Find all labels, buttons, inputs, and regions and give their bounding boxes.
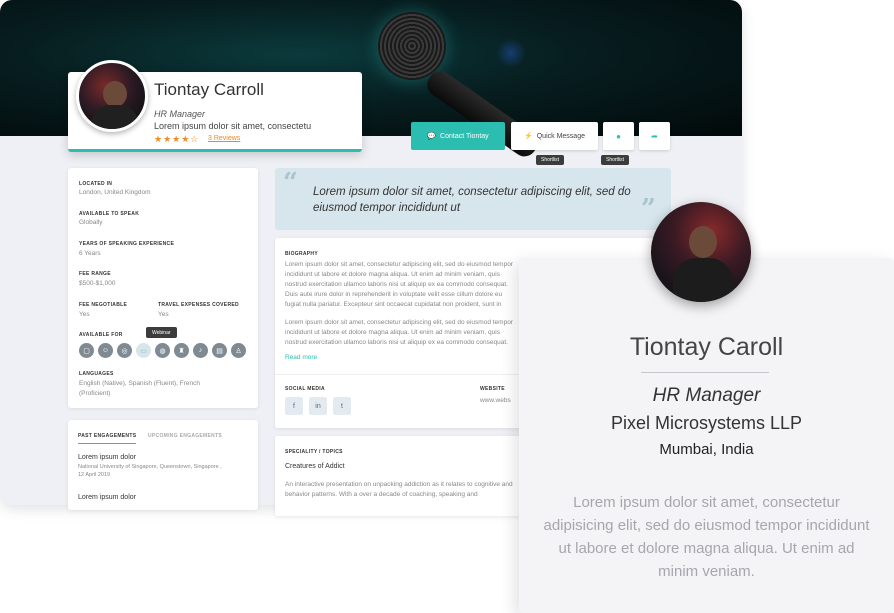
speciality-description: An interactive presentation on unpacking… — [285, 481, 513, 498]
dot-icon: ● — [616, 131, 621, 141]
travel-value: Yes — [158, 311, 169, 318]
speaker-name: Tiontay Caroll — [629, 333, 784, 361]
speaker-avatar — [651, 202, 751, 302]
profile-name: Tiontay Carroll — [154, 80, 264, 99]
speciality-label: SPECIALITY / TOPICS — [285, 449, 343, 455]
chat-icon: 💬 — [427, 133, 437, 140]
seminar-format-icon[interactable]: ▤ — [212, 343, 227, 358]
available-to-speak-value: Globally — [79, 219, 103, 226]
contact-button-label: Contact Tiontay — [440, 132, 489, 140]
languages-label: LANGUAGES — [79, 371, 114, 377]
contact-button[interactable]: 💬 Contact Tiontay — [411, 122, 505, 150]
engagement-title[interactable]: Lorem ipsum dolor — [78, 454, 136, 461]
speaker-avatar-body — [673, 258, 733, 302]
engagement-location: National University of Singapore, Queens… — [78, 464, 222, 470]
biography-paragraph-2: Lorem ipsum dolor sit amet, consectetur … — [285, 319, 513, 346]
avatar-head — [103, 81, 127, 107]
webinar-tooltip: Webinar — [146, 327, 177, 338]
linkedin-icon[interactable]: in — [309, 397, 327, 415]
fee-range-value: $500-$1,000 — [79, 280, 116, 287]
avatar — [76, 60, 148, 132]
stage: Tiontay Carroll HR Manager Lorem ipsum d… — [0, 0, 894, 613]
website-label: WEBSITE — [480, 386, 505, 392]
biography-label: BIOGRAPHY — [285, 251, 318, 257]
engagement-title-2[interactable]: Lorem ipsum dolor — [78, 494, 136, 501]
speaker-description: Lorem ipsum dolor sit amet, consectetur … — [543, 494, 870, 580]
tab-past-engagements[interactable]: PAST ENGAGEMENTS — [78, 433, 137, 444]
speaker-company: Pixel Microsystems LLP — [610, 413, 803, 433]
bolt-icon: ⚡ — [524, 133, 533, 140]
shortlist-tooltip: Shortlist — [536, 155, 565, 165]
biography-paragraph-1: Lorem ipsum dolor sit amet, consectetur … — [285, 261, 513, 308]
speaker-role: HR Manager — [652, 385, 761, 406]
share-icon: ➦ — [651, 131, 658, 141]
quote-text: Lorem ipsum dolor sit amet, consectetur … — [313, 186, 631, 214]
share-button[interactable]: ➦ — [639, 122, 670, 150]
monitor-format-icon[interactable]: ▭ — [136, 343, 151, 358]
fee-range-label: FEE RANGE — [79, 271, 111, 277]
experience-value: 6 Years — [79, 250, 101, 257]
open-quote-icon: “ — [283, 168, 298, 198]
fee-negotiable-label: FEE NEGOTIABLE — [79, 302, 128, 308]
languages-value-line2: (Proficient) — [79, 390, 111, 397]
read-more-link[interactable]: Read more — [285, 354, 317, 361]
available-for-label: AVAILABLE FOR — [79, 332, 123, 338]
experience-label: YEARS OF SPEAKING EXPERIENCE — [79, 241, 175, 247]
workshop-format-icon[interactable]: ♜ — [174, 343, 189, 358]
reviews-link[interactable]: 3 Reviews — [208, 135, 240, 142]
avatar-body — [91, 105, 139, 129]
languages-value-line1: English (Native), Spanish (Fluent), Fren… — [79, 380, 201, 387]
webinar-globe-icon[interactable]: ◍ — [155, 343, 170, 358]
speaker-location: Mumbai, India — [659, 441, 754, 458]
engagement-date: 12 April 2019 — [78, 472, 111, 478]
speciality-title: Creatures of Addict — [285, 463, 345, 470]
microphone-image — [378, 12, 446, 80]
keynote-format-icon[interactable]: ◎ — [117, 343, 132, 358]
fee-negotiable-value: Yes — [79, 311, 90, 318]
shortlist-tooltip-2: Shortlist — [601, 155, 630, 165]
social-media-label: SOCIAL MEDIA — [285, 386, 325, 392]
tab-upcoming-engagements[interactable]: UPCOMING ENGAGEMENTS — [148, 433, 222, 439]
travel-label: TRAVEL EXPENSES COVERED — [158, 302, 239, 308]
website-link[interactable]: www.webs — [480, 397, 511, 404]
located-in-value: London, United Kingdom — [79, 189, 151, 196]
group-format-icon[interactable]: ☺ — [98, 343, 113, 358]
profile-tagline: Lorem ipsum dolor sit amet, consectetu — [154, 121, 312, 131]
quick-message-button[interactable]: ⚡ Quick Message — [511, 122, 598, 150]
profile-role: HR Manager — [154, 109, 206, 119]
chat-format-icon[interactable]: ▢ — [79, 343, 94, 358]
panel-format-icon[interactable]: ♙ — [231, 343, 246, 358]
located-in-label: LOCATED IN — [79, 181, 113, 187]
rating-stars: ★★★★☆ — [154, 134, 200, 144]
available-to-speak-label: AVAILABLE TO SPEAK — [79, 211, 140, 217]
banner-light — [496, 38, 526, 68]
speaker-divider — [641, 372, 769, 373]
mic-format-icon[interactable]: ♪ — [193, 343, 208, 358]
twitter-icon[interactable]: t — [333, 397, 351, 415]
facebook-icon[interactable]: f — [285, 397, 303, 415]
shortlist-button[interactable]: ● — [603, 122, 634, 150]
speaker-avatar-head — [689, 226, 717, 258]
quick-message-label: Quick Message — [536, 132, 585, 140]
